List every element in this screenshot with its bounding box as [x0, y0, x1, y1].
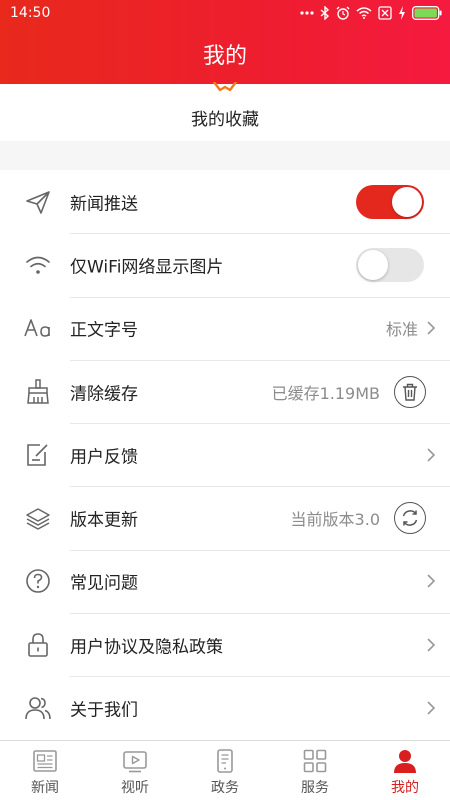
- setting-label: 版本更新: [70, 510, 138, 531]
- setting-label: 关于我们: [70, 700, 138, 721]
- wifi-only-images-toggle[interactable]: [356, 247, 424, 282]
- feedback-edit-icon: [24, 441, 52, 469]
- wifi-icon: [356, 7, 372, 19]
- wifi-icon: [24, 251, 52, 279]
- setting-clear-cache[interactable]: 清除缓存 已缓存1.19MB: [0, 359, 450, 423]
- clear-cache-button[interactable]: [394, 375, 426, 408]
- favorites-entry[interactable]: 我的收藏: [0, 82, 450, 141]
- tab-label: 我的: [391, 780, 419, 796]
- setting-wifi-only-images[interactable]: 仅WiFi网络显示图片: [0, 233, 450, 296]
- current-version-value: 当前版本3.0: [290, 510, 380, 530]
- trash-icon: [403, 383, 417, 401]
- setting-label: 用户协议及隐私政策: [70, 637, 223, 658]
- font-size-value: 标准: [385, 320, 418, 340]
- bluetooth-icon: [320, 6, 330, 20]
- setting-label: 正文字号: [70, 320, 138, 341]
- charging-icon: [399, 6, 405, 20]
- document-phone-icon: [211, 747, 239, 775]
- battery-icon: [412, 6, 442, 20]
- setting-label: 仅WiFi网络显示图片: [70, 257, 224, 278]
- app-header: 14:50 我的: [0, 0, 450, 84]
- tab-video[interactable]: 视听: [90, 741, 180, 800]
- tab-label: 视听: [121, 780, 149, 796]
- video-play-icon: [121, 747, 149, 775]
- user-profile-icon: [391, 747, 419, 775]
- chevron-right-icon: [427, 701, 436, 715]
- tab-label: 新闻: [31, 780, 59, 796]
- tab-news[interactable]: 新闻: [0, 741, 90, 800]
- setting-font-size[interactable]: 正文字号 标准: [0, 296, 450, 360]
- setting-faq[interactable]: 常见问题: [0, 549, 450, 613]
- tab-government[interactable]: 政务: [180, 741, 270, 800]
- setting-version-update[interactable]: 版本更新 当前版本3.0: [0, 486, 450, 549]
- status-time: 14:50: [10, 5, 51, 21]
- broom-icon: [24, 378, 52, 406]
- lock-icon: [24, 631, 52, 659]
- bottom-tab-bar: 新闻 视听 政务 服务 我的: [0, 740, 450, 800]
- star-icon: [212, 82, 238, 92]
- settings-list: 新闻推送 仅WiFi网络显示图片 正文字号 标准 清除缓存 已缓存1.19MB …: [0, 170, 450, 740]
- paper-plane-icon: [24, 188, 52, 216]
- chevron-right-icon: [427, 574, 436, 588]
- layers-icon: [24, 504, 52, 532]
- tab-label: 服务: [301, 780, 329, 796]
- cache-size-value: 已缓存1.19MB: [271, 383, 380, 403]
- chevron-right-icon: [427, 638, 436, 652]
- setting-news-push[interactable]: 新闻推送: [0, 170, 450, 233]
- toggle-knob: [392, 186, 422, 217]
- question-circle-icon: [24, 567, 52, 595]
- setting-label: 常见问题: [70, 573, 138, 594]
- setting-label: 清除缓存: [70, 384, 138, 405]
- setting-user-agreement-privacy[interactable]: 用户协议及隐私政策: [0, 613, 450, 676]
- chevron-right-icon: [427, 321, 436, 335]
- grid-icon: [301, 747, 329, 775]
- tab-label: 政务: [211, 780, 239, 796]
- news-push-toggle[interactable]: [356, 184, 424, 219]
- users-icon: [24, 694, 52, 722]
- setting-label: 用户反馈: [70, 447, 138, 468]
- setting-about-us[interactable]: 关于我们: [0, 676, 450, 739]
- favorites-label: 我的收藏: [191, 110, 259, 130]
- setting-label: 新闻推送: [70, 194, 138, 215]
- tab-mine[interactable]: 我的: [360, 741, 450, 800]
- font-size-icon: [24, 314, 52, 342]
- refresh-icon: [402, 510, 418, 526]
- newspaper-icon: [31, 747, 59, 775]
- page-title: 我的: [202, 44, 247, 69]
- tab-services[interactable]: 服务: [270, 741, 360, 800]
- chevron-right-icon: [427, 448, 436, 462]
- no-sim-icon: [378, 6, 392, 20]
- more-dots-icon: [300, 11, 314, 15]
- alarm-icon: [336, 6, 350, 20]
- setting-feedback[interactable]: 用户反馈: [0, 423, 450, 486]
- status-bar: 14:50: [0, 0, 450, 26]
- toggle-knob: [358, 249, 388, 280]
- status-icons: [300, 4, 442, 22]
- check-update-button[interactable]: [394, 502, 426, 535]
